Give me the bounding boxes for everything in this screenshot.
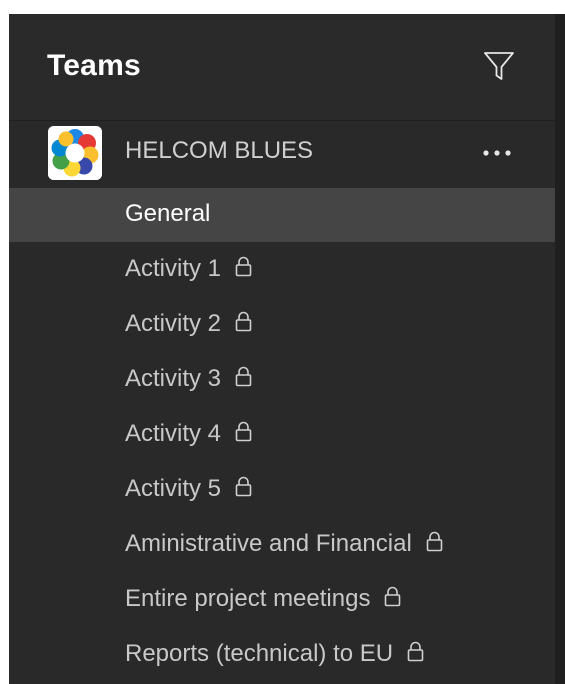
channel-item-activity-5[interactable]: Activity 5 [9, 463, 555, 517]
channel-item-activity-1[interactable]: Activity 1 [9, 243, 555, 297]
filter-button[interactable] [483, 50, 515, 82]
team-avatar [48, 126, 102, 180]
lock-icon [235, 421, 252, 442]
team-item-helcom-blues[interactable]: HELCOM BLUES [9, 121, 555, 187]
channel-label: Reports (technical) to EU [125, 640, 424, 668]
teams-panel: Teams HELCOM BLUES General Activity 1 Ac… [9, 14, 555, 684]
channel-item-activity-2[interactable]: Activity 2 [9, 298, 555, 352]
channel-label: Activity 4 [125, 420, 252, 448]
channel-label: Activity 2 [125, 310, 252, 338]
team-logo-icon [48, 126, 102, 180]
channel-label-text: Reports (technical) to EU [125, 640, 394, 667]
channel-label-text: Activity 1 [125, 255, 222, 282]
lock-icon [407, 641, 424, 662]
channel-item-aministrative-and-financial[interactable]: Aministrative and Financial [9, 518, 555, 572]
channel-label: Activity 5 [125, 475, 252, 503]
channel-item-activity-4[interactable]: Activity 4 [9, 408, 555, 462]
filter-icon [484, 52, 514, 80]
lock-icon [384, 586, 401, 607]
channel-label-text: Activity 3 [125, 365, 222, 392]
lock-icon [235, 256, 252, 277]
channel-label: Aministrative and Financial [125, 530, 443, 558]
channel-item-general[interactable]: General [9, 188, 555, 242]
channel-label-text: Aministrative and Financial [125, 530, 412, 557]
channel-label-text: General [125, 200, 211, 227]
channel-label: Activity 1 [125, 255, 252, 283]
channel-label-text: Activity 5 [125, 475, 222, 502]
page-title: Teams [47, 49, 141, 82]
channel-item-activity-3[interactable]: Activity 3 [9, 353, 555, 407]
channel-label-text: Entire project meetings [125, 585, 371, 612]
channel-item-reports-technical-to-eu[interactable]: Reports (technical) to EU [9, 628, 555, 682]
teams-header: Teams [9, 14, 555, 121]
lock-icon [235, 366, 252, 387]
channel-label: Entire project meetings [125, 585, 401, 613]
lock-icon [426, 531, 443, 552]
more-options-button[interactable] [479, 141, 519, 165]
channel-label: General [125, 200, 210, 228]
lock-icon [235, 311, 252, 332]
channel-item-entire-project-meetings[interactable]: Entire project meetings [9, 573, 555, 627]
more-icon [483, 150, 511, 156]
channel-label-text: Activity 4 [125, 420, 222, 447]
team-name: HELCOM BLUES [125, 137, 314, 164]
panel-edge [555, 14, 565, 684]
channel-label-text: Activity 2 [125, 310, 222, 337]
channel-label: Activity 3 [125, 365, 252, 393]
lock-icon [235, 476, 252, 497]
